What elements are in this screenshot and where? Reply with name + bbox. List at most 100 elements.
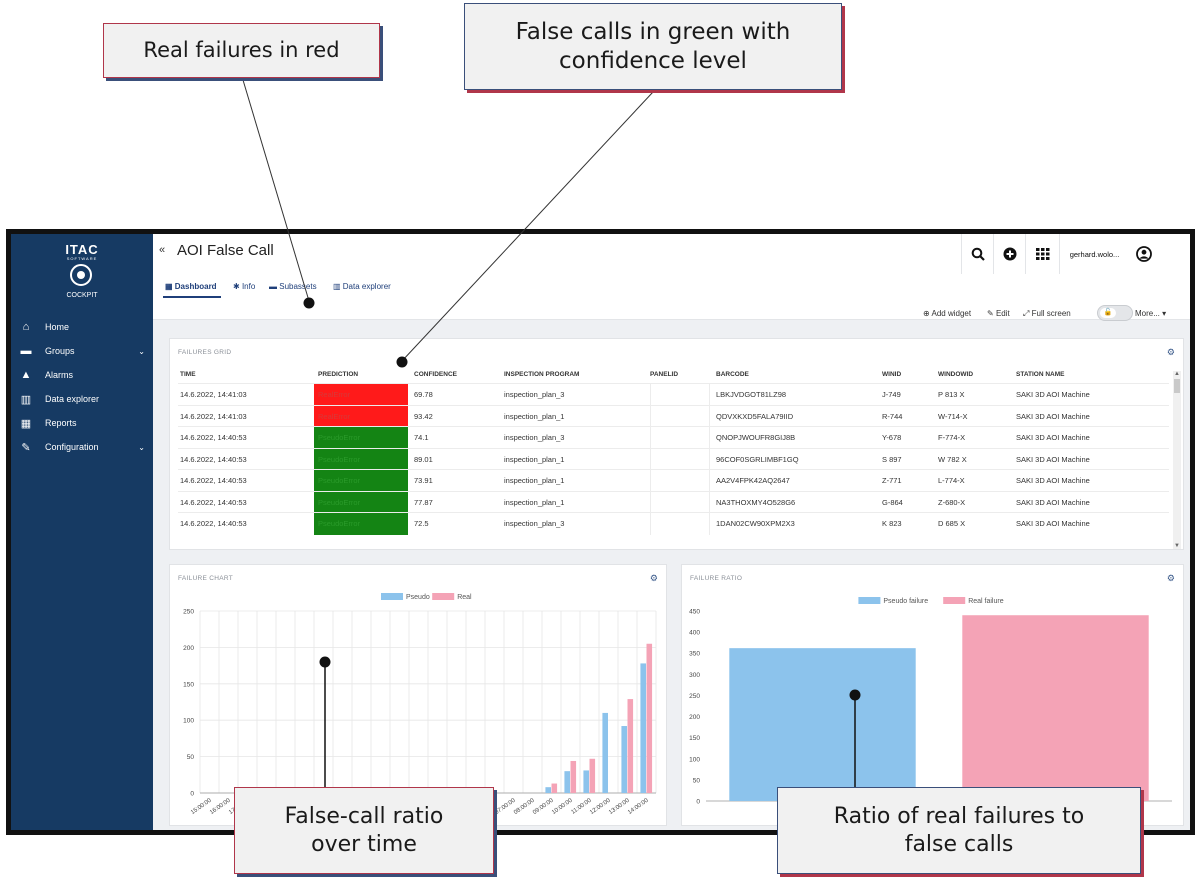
y-tick-label: 50 [187, 754, 195, 761]
y-tick-label: 350 [689, 651, 700, 658]
bar-pseudo [545, 787, 551, 793]
scroll-up-icon[interactable]: ▲ [1173, 371, 1181, 377]
tab-dashboard[interactable]: ▦ Dashboard [165, 282, 217, 291]
sidebar-item-reports[interactable]: ▦ Reports [11, 412, 153, 434]
sidebar-item-label: Reports [45, 418, 77, 428]
cell-confidence: 77.87 [414, 497, 433, 507]
cell-time: 14.6.2022, 14:40:53 [180, 454, 247, 464]
callout-real-failures: Real failures in red [103, 23, 380, 78]
tab-data-explorer[interactable]: ▥ Data explorer [333, 282, 391, 291]
table-row[interactable]: 14.6.2022, 14:40:53 PseudoError 77.87 inspe… [178, 490, 1169, 514]
y-tick-label: 0 [696, 799, 700, 806]
info-icon: ✱ [233, 282, 242, 291]
y-tick-label: 200 [689, 714, 700, 721]
cell-prediction: PseudoError [314, 448, 408, 471]
pencil-icon: ✎ [987, 309, 996, 318]
add-widget-button[interactable]: ⊕ Add widget [923, 309, 971, 318]
search-icon[interactable] [961, 234, 993, 274]
failures-grid-card: FAILURES GRID ⚙ TIME PREDICTION CONFIDENCE… [169, 338, 1184, 550]
table-row[interactable]: 14.6.2022, 14:41:03 RealError 93.42 inspect… [178, 404, 1169, 428]
cell-windowid: W 782 X [938, 454, 967, 464]
tab-subassets[interactable]: ▬ Subassets [269, 282, 317, 291]
edit-button[interactable]: ✎ Edit [987, 309, 1010, 318]
expand-icon: ⤢ [1023, 309, 1032, 318]
subassets-icon: ▬ [269, 282, 280, 291]
column-header[interactable]: PANELID [650, 371, 678, 378]
cell-time: 14.6.2022, 14:41:03 [180, 390, 247, 399]
cell-barcode: NA3THOXMY4O528G6 [716, 497, 796, 507]
cockpit-label: COCKPIT [66, 292, 98, 299]
column-header[interactable]: INSPECTION PROGRAM [504, 371, 579, 378]
column-header[interactable]: BARCODE [716, 371, 749, 378]
gear-icon[interactable]: ⚙ [1167, 347, 1175, 358]
y-tick-label: 250 [183, 609, 194, 616]
y-tick-label: 450 [689, 609, 700, 616]
itac-logo-sub: SOFTWARE [66, 256, 98, 261]
cell-program: inspection_plan_1 [504, 476, 565, 485]
bar-pseudo-failure [729, 648, 916, 801]
table-row[interactable]: 14.6.2022, 14:40:53 PseudoError 89.01 inspe… [178, 447, 1169, 471]
user-name[interactable]: gerhard.wolo... [1059, 234, 1129, 274]
y-tick-label: 250 [689, 693, 700, 700]
cell-prediction: PseudoError [314, 491, 408, 514]
cell-winid: Z-771 [882, 476, 902, 485]
cell-program: inspection_plan_1 [504, 411, 565, 421]
lock-toggle[interactable]: 🔓 [1097, 305, 1133, 321]
chevron-down-icon[interactable]: ⌄ [138, 443, 145, 452]
column-header[interactable]: CONFIDENCE [414, 371, 457, 378]
wrench-icon: ✎ [21, 441, 31, 454]
column-header[interactable]: TIME [180, 371, 196, 378]
callout-false-calls: False calls in green with confidence lev… [464, 3, 842, 90]
user-avatar-icon[interactable] [1129, 234, 1159, 274]
legend-label: Pseudo failure [883, 598, 928, 605]
cell-station: SAKI 3D AOI Machine [1016, 390, 1090, 399]
cell-windowid: L-774-X [938, 476, 965, 485]
apps-grid-icon[interactable] [1025, 234, 1059, 274]
table-row[interactable]: 14.6.2022, 14:41:03 RealError 69.78 inspect… [178, 383, 1169, 406]
column-header[interactable]: WINDOWID [938, 371, 973, 378]
dashboard-icon: ▦ [165, 282, 175, 291]
chevron-down-icon[interactable]: ⌄ [138, 347, 145, 356]
collapse-sidebar-button[interactable]: « [159, 244, 165, 256]
cell-barcode: 1DAN02CW90XPM2X3 [716, 519, 795, 528]
grid-scrollbar[interactable]: ▲ ▼ [1173, 371, 1181, 549]
sidebar-item-configuration[interactable]: ✎ Configuration ⌄ [11, 436, 153, 458]
cell-program: inspection_plan_3 [504, 519, 565, 528]
scroll-thumb[interactable] [1174, 379, 1180, 393]
cell-windowid: Z-680-X [938, 497, 966, 507]
chart-icon: ▥ [20, 393, 32, 406]
gear-icon[interactable]: ⚙ [1167, 573, 1175, 584]
table-row[interactable]: 14.6.2022, 14:40:53 PseudoError 74.1 inspec… [178, 426, 1169, 449]
cell-prediction: PseudoError [314, 513, 408, 535]
y-tick-label: 150 [183, 681, 194, 688]
cell-confidence: 89.01 [414, 454, 433, 464]
add-icon[interactable] [993, 234, 1025, 274]
sidebar-item-home[interactable]: ⌂ Home [11, 316, 153, 338]
scroll-down-icon[interactable]: ▼ [1173, 543, 1181, 549]
sidebar-item-alarms[interactable]: ▲ Alarms [11, 364, 153, 386]
legend-swatch [381, 593, 403, 600]
cell-panelid [650, 427, 710, 449]
failures-grid-title: FAILURES GRID [178, 349, 232, 356]
column-header[interactable]: STATION NAME [1016, 371, 1065, 378]
more-menu-button[interactable]: More... ▾ [1135, 309, 1166, 318]
app-window: ITAC SOFTWARE COCKPIT ⌂ Home ▬ Groups ⌄ ▲ Alar… [6, 229, 1195, 835]
full-screen-button[interactable]: ⤢ Full screen [1023, 309, 1071, 319]
cell-winid: S 897 [882, 454, 902, 464]
sidebar-item-data-explorer[interactable]: ▥ Data explorer [11, 388, 153, 410]
cell-windowid: D 685 X [938, 519, 966, 528]
bar-real [589, 758, 596, 793]
cell-program: inspection_plan_1 [504, 497, 565, 507]
bar-pseudo [583, 770, 589, 793]
column-header[interactable]: PREDICTION [318, 371, 358, 378]
table-row[interactable]: 14.6.2022, 14:40:53 PseudoError 72.5 inspec… [178, 512, 1169, 535]
tab-info[interactable]: ✱ Info [233, 282, 255, 291]
cell-panelid [650, 513, 710, 535]
annotated-screenshot: Real failures in red False calls in gree… [0, 0, 1203, 887]
gear-icon[interactable]: ⚙ [650, 573, 658, 584]
cell-time: 14.6.2022, 14:40:53 [180, 433, 247, 442]
sidebar-item-groups[interactable]: ▬ Groups ⌄ [11, 340, 153, 362]
lock-icon: 🔓 [1100, 308, 1116, 318]
table-row[interactable]: 14.6.2022, 14:40:53 PseudoError 73.91 inspe… [178, 469, 1169, 492]
column-header[interactable]: WINID [882, 371, 901, 378]
